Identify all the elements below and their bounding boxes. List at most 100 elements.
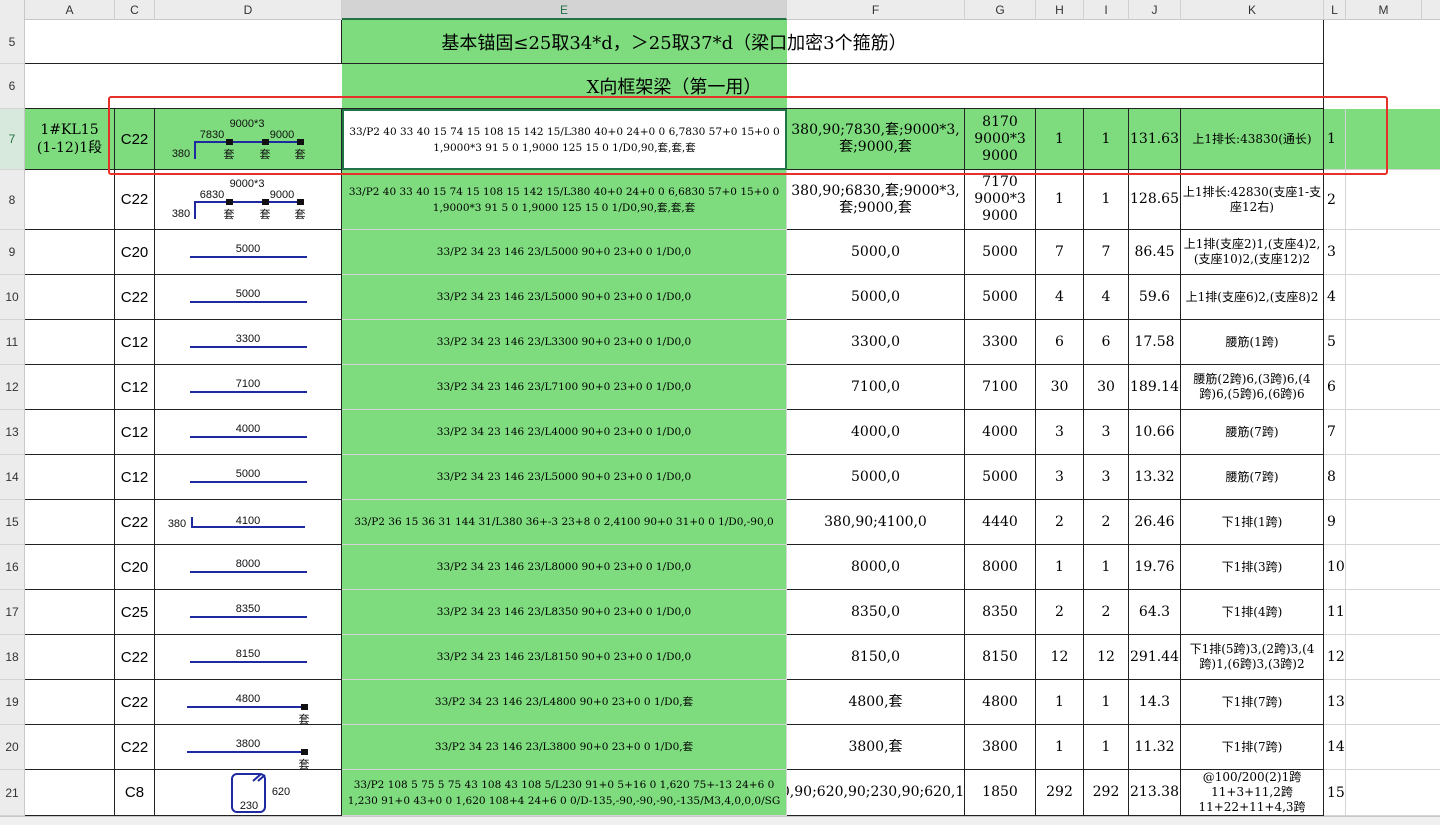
cell-member-name[interactable] [25, 275, 115, 320]
cell-index[interactable]: 12 [1324, 635, 1346, 680]
cell-length[interactable]: 7170 9000*3 9000 [965, 170, 1036, 230]
cell-shape-code[interactable]: 33/P2 34 23 146 23/L4800 90+0 23+0 0 1/D… [342, 680, 787, 725]
cell-weight[interactable]: 17.58 [1129, 320, 1181, 365]
cell-rebar-grade[interactable]: C8 [115, 770, 155, 816]
cell-shape-code[interactable]: 33/P2 34 23 146 23/L4000 90+0 23+0 0 1/D… [342, 410, 787, 455]
title-merged-cell[interactable]: X向框架梁（第一用） [25, 64, 1324, 109]
cell-count-per-member[interactable]: 3 [1036, 455, 1084, 500]
cell-rebar-shape[interactable]: 8350 [155, 590, 342, 635]
cell-note[interactable]: @100/200(2)1跨 11+3+11,2跨 11+22+11+4,3跨 [1181, 770, 1324, 816]
cell-weight[interactable]: 291.44 [1129, 635, 1181, 680]
row-header[interactable]: 21 [0, 770, 25, 816]
cell-index[interactable]: 1 [1324, 109, 1346, 170]
cell-length[interactable]: 3800 [965, 725, 1036, 770]
cell-note[interactable]: 下1排(7跨) [1181, 680, 1324, 725]
col-header-m[interactable]: M [1346, 0, 1422, 20]
cell-total-count[interactable]: 3 [1084, 455, 1129, 500]
select-all-corner[interactable] [0, 0, 25, 20]
cell-count-per-member[interactable]: 12 [1036, 635, 1084, 680]
cell-empty[interactable] [1346, 109, 1440, 170]
col-header-e[interactable]: E [342, 0, 787, 20]
cell-member-name[interactable] [25, 320, 115, 365]
cell-total-count[interactable]: 3 [1084, 410, 1129, 455]
cell-shape-code[interactable]: 33/P2 40 33 40 15 74 15 108 15 142 15/L3… [342, 170, 787, 230]
cell-rebar-grade[interactable]: C12 [115, 320, 155, 365]
cell-rebar-shape[interactable]: 5000 [155, 455, 342, 500]
cell-member-name[interactable] [25, 770, 115, 816]
row-header[interactable]: 9 [0, 230, 25, 275]
cell-segments[interactable]: 3800,套 [787, 725, 965, 770]
cell-total-count[interactable]: 1 [1084, 545, 1129, 590]
row-header[interactable]: 12 [0, 365, 25, 410]
cell-rebar-shape[interactable]: 380 4100 [155, 500, 342, 545]
cell-rebar-shape[interactable]: 620 230 [155, 770, 342, 816]
cell-count-per-member[interactable]: 1 [1036, 545, 1084, 590]
row-header[interactable]: 18 [0, 635, 25, 680]
cell-rebar-shape[interactable]: 3800 套 [155, 725, 342, 770]
cell-count-per-member[interactable]: 6 [1036, 320, 1084, 365]
cell-empty[interactable] [1346, 230, 1440, 275]
cell-length[interactable]: 8000 [965, 545, 1036, 590]
row-header[interactable]: 10 [0, 275, 25, 320]
row-header[interactable]: 15 [0, 500, 25, 545]
cell-index[interactable]: 6 [1324, 365, 1346, 410]
cell-rebar-shape[interactable]: 3300 [155, 320, 342, 365]
cell-index[interactable]: 10 [1324, 545, 1346, 590]
cell-total-count[interactable]: 12 [1084, 635, 1129, 680]
cell-total-count[interactable]: 4 [1084, 275, 1129, 320]
cell-member-name[interactable] [25, 455, 115, 500]
cell-segments[interactable]: 10d,135;230,90;620,90;230,90;620,135;10d… [787, 770, 965, 816]
cell-rebar-shape[interactable]: 套 套 套 9000*3 6830 9000 380 [155, 170, 342, 230]
cell-note[interactable]: 上1排(支座6)2,(支座8)2 [1181, 275, 1324, 320]
cell-note[interactable]: 腰筋(7跨) [1181, 455, 1324, 500]
cell-empty[interactable] [1346, 545, 1440, 590]
cell-count-per-member[interactable]: 1 [1036, 109, 1084, 170]
cell-empty[interactable] [1346, 170, 1440, 230]
cell-length[interactable]: 4800 [965, 680, 1036, 725]
col-header-g[interactable]: G [965, 0, 1036, 20]
cell-total-count[interactable]: 1 [1084, 170, 1129, 230]
cell-empty[interactable] [1346, 275, 1440, 320]
cell-index[interactable]: 13 [1324, 680, 1346, 725]
cell-shape-code[interactable]: 33/P2 34 23 146 23/L5000 90+0 23+0 0 1/D… [342, 455, 787, 500]
cell-rebar-shape[interactable]: 8000 [155, 545, 342, 590]
cell-shape-code[interactable]: 33/P2 36 15 36 31 144 31/L380 36+-3 23+8… [342, 500, 787, 545]
cell-member-name[interactable] [25, 170, 115, 230]
cell-shape-code[interactable]: 33/P2 34 23 146 23/L7100 90+0 23+0 0 1/D… [342, 365, 787, 410]
cell-length[interactable]: 8150 [965, 635, 1036, 680]
cell-length[interactable]: 5000 [965, 275, 1036, 320]
cell-index[interactable]: 4 [1324, 275, 1346, 320]
cell-member-name[interactable] [25, 590, 115, 635]
cell-empty[interactable] [1346, 365, 1440, 410]
cell-count-per-member[interactable]: 1 [1036, 170, 1084, 230]
cell-weight[interactable]: 131.63 [1129, 109, 1181, 170]
cell-empty[interactable] [1346, 500, 1440, 545]
cell-member-name[interactable]: 1#KL15 (1-12)1段 [25, 109, 115, 170]
cell-index[interactable]: 15 [1324, 770, 1346, 816]
cell-rebar-grade[interactable]: C22 [115, 170, 155, 230]
col-header-a[interactable]: A [25, 0, 115, 20]
cell-weight[interactable]: 11.32 [1129, 725, 1181, 770]
cell-member-name[interactable] [25, 230, 115, 275]
cell-rebar-grade[interactable]: C12 [115, 365, 155, 410]
cell-segments[interactable]: 5000,0 [787, 455, 965, 500]
cell-shape-code[interactable]: 33/P2 34 23 146 23/L5000 90+0 23+0 0 1/D… [342, 275, 787, 320]
cell-length[interactable]: 3300 [965, 320, 1036, 365]
row-header[interactable]: 13 [0, 410, 25, 455]
cell-weight[interactable]: 213.38 [1129, 770, 1181, 816]
cell-index[interactable]: 7 [1324, 410, 1346, 455]
cell-weight[interactable]: 14.3 [1129, 680, 1181, 725]
cell-length[interactable]: 8170 9000*3 9000 [965, 109, 1036, 170]
cell-note[interactable]: 下1排(5跨)3,(2跨)3,(4跨)1,(6跨)3,(3跨)2 [1181, 635, 1324, 680]
cell-rebar-grade[interactable]: C22 [115, 680, 155, 725]
cell-total-count[interactable]: 1 [1084, 109, 1129, 170]
cell-rebar-grade[interactable]: C20 [115, 545, 155, 590]
row-header[interactable]: 19 [0, 680, 25, 725]
cell-rebar-grade[interactable]: C25 [115, 590, 155, 635]
cell-index[interactable]: 8 [1324, 455, 1346, 500]
cell-length[interactable]: 5000 [965, 455, 1036, 500]
cell-shape-code[interactable]: 33/P2 34 23 146 23/L8000 90+0 23+0 0 1/D… [342, 545, 787, 590]
cell-shape-code[interactable]: 33/P2 34 23 146 23/L8350 90+0 23+0 0 1/D… [342, 590, 787, 635]
cell-note[interactable]: 腰筋(2跨)6,(3跨)6,(4跨)6,(5跨)6,(6跨)6 [1181, 365, 1324, 410]
cell-segments[interactable]: 8000,0 [787, 545, 965, 590]
